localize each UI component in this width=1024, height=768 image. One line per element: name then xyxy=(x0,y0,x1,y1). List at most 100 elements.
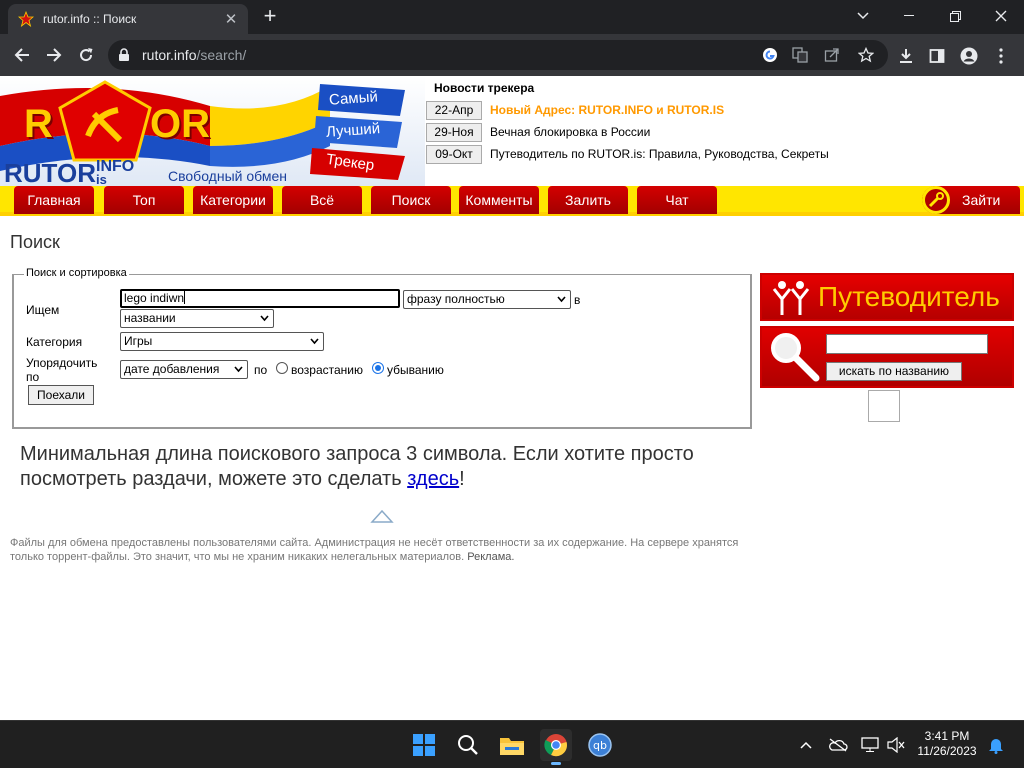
restore-button[interactable] xyxy=(932,0,978,32)
web-page: R OR RUTOR INFO is Самый Лучший Трекер С… xyxy=(0,76,1024,720)
tab-search-icon[interactable] xyxy=(840,0,886,32)
menu-item-home[interactable]: Главная xyxy=(14,186,94,214)
menu-item-search[interactable]: Поиск xyxy=(371,186,451,214)
profile-icon[interactable] xyxy=(958,45,980,67)
search-form: Поиск и сортировка Ищем lego indiwn фраз… xyxy=(12,267,752,429)
address-bar[interactable]: rutor.info/search/ xyxy=(108,40,888,70)
category-value: Игры xyxy=(124,334,153,348)
news-link[interactable]: Путеводитель по RUTOR.is: Правила, Руков… xyxy=(490,147,829,161)
download-icon[interactable] xyxy=(895,45,917,67)
google-lens-icon[interactable] xyxy=(760,46,780,64)
clock-date: 11/26/2023 xyxy=(917,744,977,758)
scroll-up-icon[interactable] xyxy=(370,508,394,524)
news-date: 09-Окт xyxy=(426,144,482,164)
notification-bell-icon[interactable] xyxy=(986,735,1006,755)
forward-icon[interactable] xyxy=(42,43,66,67)
menu-item-upload[interactable]: Залить xyxy=(548,186,628,214)
order-select[interactable]: дате добавления xyxy=(120,360,248,379)
order-value: дате добавления xyxy=(124,362,220,376)
text-caret xyxy=(184,291,186,304)
url-text: rutor.info/search/ xyxy=(142,47,246,63)
bookmark-star-icon[interactable] xyxy=(856,46,876,64)
new-tab-button[interactable]: + xyxy=(258,5,282,29)
chevron-down-icon xyxy=(260,315,269,322)
guide-label: Путеводитель xyxy=(818,281,1000,312)
side-panel-icon[interactable] xyxy=(926,45,948,67)
tray-overflow-chevron-icon[interactable] xyxy=(796,735,816,755)
menu-item-categories[interactable]: Категории xyxy=(193,186,273,214)
news-item: 29-Ноя Вечная блокировка в России xyxy=(426,121,846,143)
browser-menu-icon[interactable] xyxy=(990,45,1012,67)
close-window-button[interactable] xyxy=(978,0,1024,32)
search-mode-value: фразу полностью xyxy=(407,292,505,306)
file-explorer-icon[interactable] xyxy=(496,729,528,761)
footer-ad-link[interactable]: Реклама. xyxy=(467,551,514,563)
seek-label: Ищем xyxy=(26,303,60,317)
footer-text: Файлы для обмена предоставлены пользоват… xyxy=(10,537,739,563)
windows-taskbar: qb 3:41 PM 11/26/2023 xyxy=(0,720,1024,768)
search-query-value: lego indiwn xyxy=(124,291,185,305)
search-submit-button[interactable]: Поехали xyxy=(28,385,94,405)
search-query-input[interactable]: lego indiwn xyxy=(120,289,400,308)
svg-text:qb: qb xyxy=(593,739,607,752)
main-menu: Главная Топ Категории Всё Поиск Комменты… xyxy=(0,186,1024,216)
search-form-legend: Поиск и сортировка xyxy=(24,267,129,279)
min-length-message: Минимальная длина поискового запроса 3 с… xyxy=(20,442,740,492)
order-asc-label: возрастанию xyxy=(291,363,363,377)
browser-tab-strip: rutor.info :: Поиск ✕ + xyxy=(0,0,1024,34)
rutor-logo[interactable]: R OR RUTOR INFO is Самый Лучший Трекер С… xyxy=(0,76,425,188)
qbittorrent-icon[interactable]: qb xyxy=(584,729,616,761)
share-icon[interactable] xyxy=(822,46,842,64)
key-icon xyxy=(922,186,950,214)
onedrive-icon[interactable] xyxy=(828,735,848,755)
search-where-select[interactable]: названии xyxy=(120,309,274,328)
search-icon[interactable] xyxy=(452,729,484,761)
system-clock[interactable]: 3:41 PM 11/26/2023 xyxy=(912,729,982,759)
news-link[interactable]: Вечная блокировка в России xyxy=(490,125,650,139)
back-icon[interactable] xyxy=(10,43,34,67)
search-mode-select[interactable]: фразу полностью xyxy=(403,290,571,309)
tab-close-icon[interactable]: ✕ xyxy=(222,10,240,28)
news-date: 22-Апр xyxy=(426,100,482,120)
search-where-value: названии xyxy=(124,311,176,325)
order-desc-label: убыванию xyxy=(387,363,444,377)
tab-title: rutor.info :: Поиск xyxy=(43,12,137,26)
menu-item-comments[interactable]: Комменты xyxy=(459,186,539,214)
order-desc-radio[interactable] xyxy=(372,362,384,374)
logo-brand-right: OR xyxy=(150,102,210,146)
logo-tagline: Свободный обмен xyxy=(168,168,287,184)
news-date: 29-Ноя xyxy=(426,122,482,142)
url-path: /search/ xyxy=(196,47,247,63)
menu-item-chat[interactable]: Чат xyxy=(637,186,717,214)
minimize-button[interactable] xyxy=(886,0,932,32)
news-link[interactable]: Новый Адрес: RUTOR.INFO и RUTOR.IS xyxy=(490,103,724,117)
chrome-icon[interactable] xyxy=(540,729,572,765)
windows-start-icon[interactable] xyxy=(408,729,440,761)
side-search-input[interactable] xyxy=(826,334,988,354)
lock-icon xyxy=(119,48,129,61)
login-button[interactable]: Зайти xyxy=(922,186,1020,214)
category-select[interactable]: Игры xyxy=(120,332,324,351)
min-length-end: ! xyxy=(459,468,465,490)
volume-muted-icon[interactable] xyxy=(886,735,906,755)
order-asc-radio[interactable] xyxy=(276,362,288,374)
active-tab[interactable]: rutor.info :: Поиск ✕ xyxy=(8,4,248,34)
menu-item-all[interactable]: Всё xyxy=(282,186,362,214)
chevron-down-icon xyxy=(310,338,319,345)
category-label: Категория xyxy=(26,335,83,349)
clock-time: 3:41 PM xyxy=(924,729,970,743)
side-search-button[interactable]: искать по названию xyxy=(826,362,962,381)
page-title: Поиск xyxy=(10,232,60,252)
browse-link[interactable]: здесь xyxy=(407,468,459,490)
reload-icon[interactable] xyxy=(74,43,98,67)
guide-banner[interactable]: Путеводитель xyxy=(760,273,1014,321)
menu-item-top[interactable]: Топ xyxy=(104,186,184,214)
in-label: в xyxy=(574,293,581,307)
news-item: 22-Апр Новый Адрес: RUTOR.INFO и RUTOR.I… xyxy=(426,99,846,121)
tracker-news: Новости трекера 22-Апр Новый Адрес: RUTO… xyxy=(426,81,846,165)
translate-icon[interactable] xyxy=(790,46,810,64)
logo-brand: RUTOR xyxy=(4,158,96,188)
login-label: Зайти xyxy=(962,192,1001,208)
news-title: Новости трекера xyxy=(434,81,535,95)
display-icon[interactable] xyxy=(860,735,880,755)
